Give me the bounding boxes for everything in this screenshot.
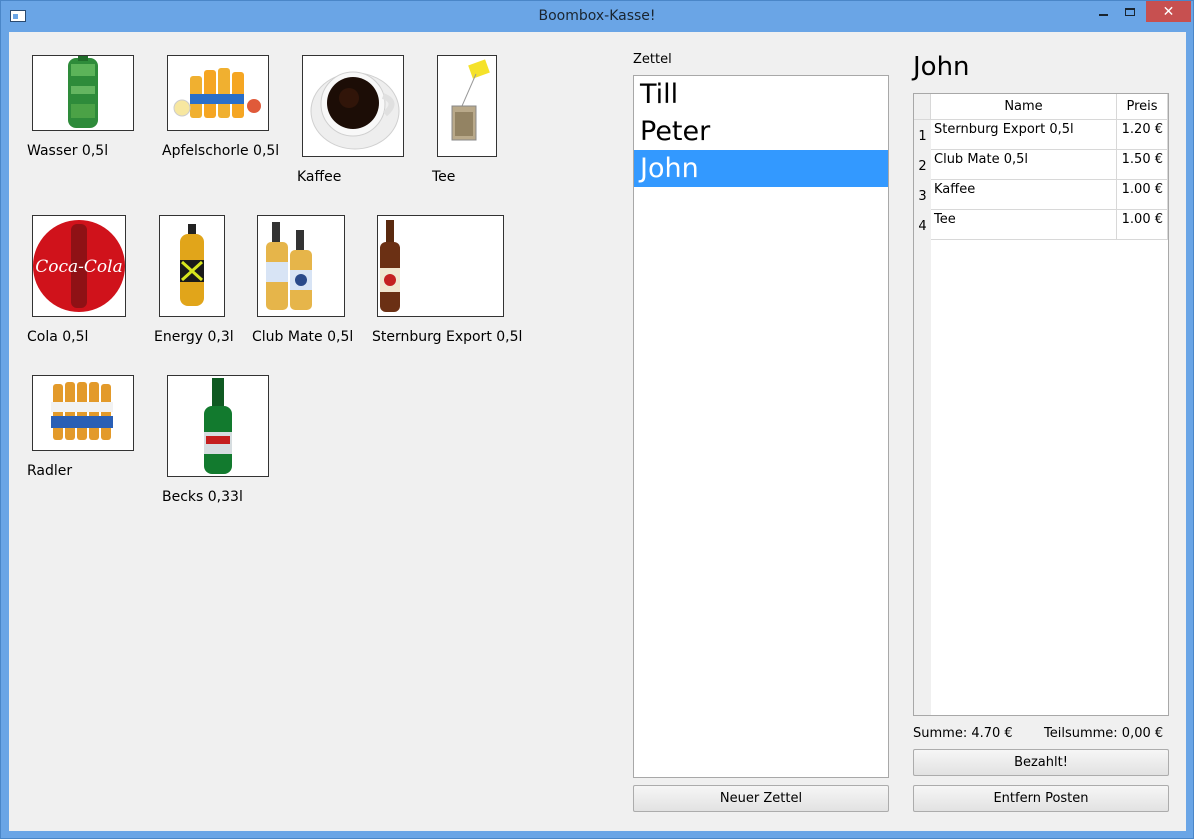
product-becks-label: Becks 0,33l — [162, 489, 243, 505]
cell-price[interactable]: 1.00 € — [1117, 180, 1168, 210]
row-number[interactable]: 3 — [914, 180, 931, 210]
radler-six-pack-icon — [51, 382, 113, 440]
summe-text: Summe: 4.70 € — [913, 726, 1013, 741]
energy-drink-bottle-icon — [180, 224, 204, 306]
cell-price[interactable]: 1.20 € — [1117, 120, 1168, 150]
cell-price[interactable]: 1.00 € — [1117, 210, 1168, 240]
paid-button[interactable]: Bezahlt! — [913, 749, 1169, 776]
selected-name-heading: John — [913, 52, 970, 82]
column-header-name[interactable]: Name — [931, 94, 1117, 120]
zettel-item-john[interactable]: John — [634, 150, 888, 187]
product-becks-button[interactable] — [167, 375, 269, 477]
product-wasser-label: Wasser 0,5l — [27, 143, 109, 159]
product-tee-button[interactable] — [437, 55, 497, 157]
product-apfelschorle-button[interactable] — [167, 55, 269, 131]
remove-item-button[interactable]: Entfern Posten — [913, 785, 1169, 812]
product-kaffee-button[interactable] — [302, 55, 404, 157]
close-icon: ✕ — [1162, 3, 1175, 20]
client-area: Wasser 0,5l Apfelschorle 0,5l Kaffee Tee… — [9, 32, 1186, 831]
product-club-mate-label: Club Mate 0,5l — [252, 329, 354, 345]
new-zettel-button[interactable]: Neuer Zettel — [633, 785, 889, 812]
coca-cola-logo-icon: Coca-Cola — [33, 220, 125, 312]
title-bar[interactable]: Boombox-Kasse! ✕ — [1, 1, 1193, 32]
product-wasser-button[interactable] — [32, 55, 134, 131]
cell-price[interactable]: 1.50 € — [1117, 150, 1168, 180]
minimize-button[interactable] — [1090, 1, 1116, 22]
zettel-list[interactable]: Till Peter John — [633, 75, 889, 778]
apfelschorle-bottles-icon — [173, 68, 261, 118]
zettel-label: Zettel — [633, 52, 672, 67]
corner-header — [914, 94, 931, 120]
product-club-mate-button[interactable] — [257, 215, 345, 317]
product-radler-button[interactable] — [32, 375, 134, 451]
product-energy-label: Energy 0,3l — [154, 329, 234, 345]
zettel-item-peter[interactable]: Peter — [634, 113, 888, 150]
product-apfelschorle-label: Apfelschorle 0,5l — [162, 143, 280, 159]
product-cola-button[interactable]: Coca-Cola — [32, 215, 126, 317]
cell-name[interactable]: Sternburg Export 0,5l — [931, 120, 1117, 150]
row-number[interactable]: 4 — [914, 210, 931, 240]
items-table[interactable]: Name Preis 1 Sternburg Export 0,5l 1.20 … — [913, 93, 1169, 716]
svg-text:Coca-Cola: Coca-Cola — [35, 257, 122, 277]
app-window: Boombox-Kasse! ✕ Wasser 0,5l Apfelschorl… — [0, 0, 1194, 839]
cell-name[interactable]: Kaffee — [931, 180, 1117, 210]
maximize-button[interactable] — [1117, 1, 1143, 22]
window-title: Boombox-Kasse! — [538, 8, 656, 24]
product-sternburg-button[interactable] — [377, 215, 504, 317]
product-sternburg-label: Sternburg Export 0,5l — [372, 329, 523, 345]
close-button[interactable]: ✕ — [1146, 1, 1191, 22]
column-header-price[interactable]: Preis — [1117, 94, 1168, 120]
coffee-cup-icon — [310, 71, 400, 150]
maximize-icon — [1125, 7, 1135, 16]
product-kaffee-label: Kaffee — [297, 169, 342, 185]
teilsumme-text: Teilsumme: 0,00 € — [1044, 726, 1164, 741]
product-radler-label: Radler — [27, 463, 73, 479]
becks-bottle-icon — [204, 378, 232, 474]
product-cola-label: Cola 0,5l — [27, 329, 89, 345]
water-bottle-icon — [68, 56, 98, 128]
minimize-icon — [1098, 13, 1108, 16]
product-tee-label: Tee — [432, 169, 456, 185]
cell-name[interactable]: Club Mate 0,5l — [931, 150, 1117, 180]
club-mate-bottles-icon — [266, 222, 312, 310]
product-energy-button[interactable] — [159, 215, 225, 317]
cell-name[interactable]: Tee — [931, 210, 1117, 240]
row-number[interactable]: 1 — [914, 120, 931, 150]
zettel-item-till[interactable]: Till — [634, 76, 888, 113]
tea-bag-icon — [451, 59, 490, 141]
beer-bottle-icon — [380, 220, 400, 312]
row-number[interactable]: 2 — [914, 150, 931, 180]
